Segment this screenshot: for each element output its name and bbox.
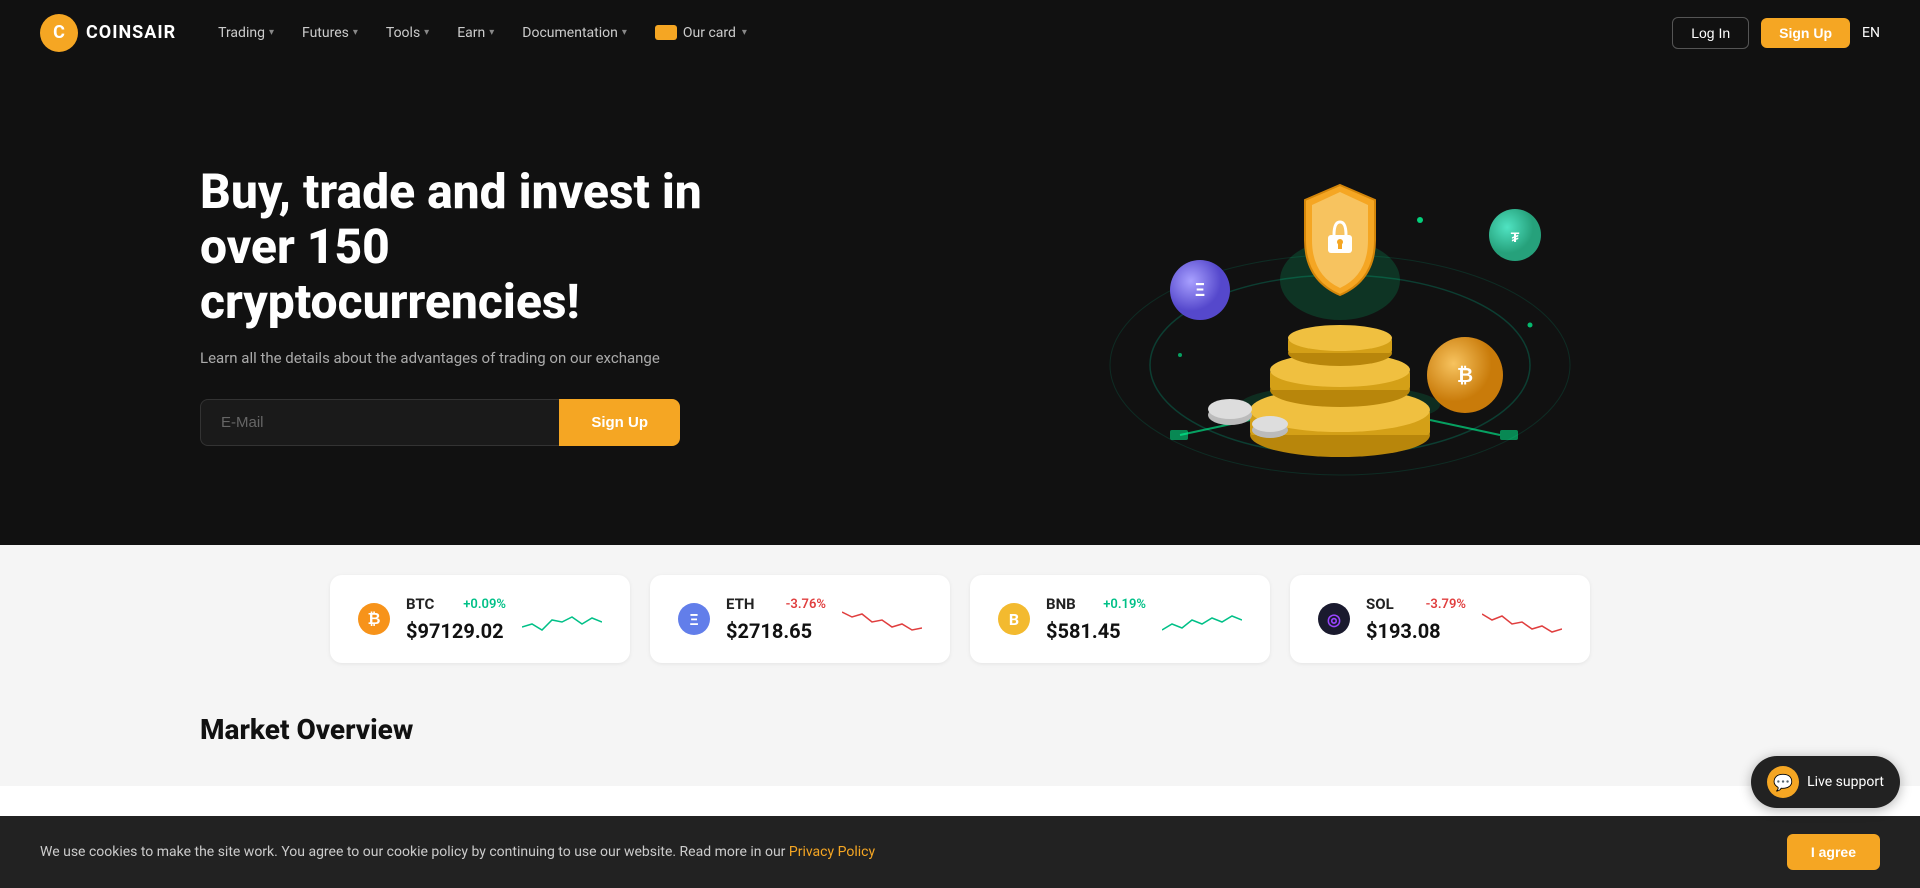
btc-price: $97129.02 <box>406 619 506 643</box>
hero-section: Buy, trade and invest in over 150 crypto… <box>0 65 1920 545</box>
hero-illustration: Ξ ₿ ₮ <box>960 125 1720 485</box>
eth-icon: Ξ <box>678 603 710 635</box>
live-support-widget[interactable]: 💬 Live support <box>1751 756 1900 808</box>
sol-sparkline <box>1482 602 1562 637</box>
signup-button-hero[interactable]: Sign Up <box>559 399 680 446</box>
navbar-right: Log In Sign Up EN <box>1672 17 1880 49</box>
agree-button[interactable]: I agree <box>1787 834 1880 870</box>
logo-text: COINSAIR <box>86 22 176 43</box>
btc-icon: ₿ <box>358 603 390 635</box>
btc-change: +0.09% <box>463 597 506 612</box>
hero-content: Buy, trade and invest in over 150 crypto… <box>200 164 960 447</box>
cookie-text: We use cookies to make the site work. Yo… <box>40 844 1767 860</box>
chevron-down-icon: ▾ <box>622 27 627 38</box>
signup-button-nav[interactable]: Sign Up <box>1761 18 1850 48</box>
chevron-down-icon: ▾ <box>269 27 274 38</box>
cookie-banner: We use cookies to make the site work. Yo… <box>0 816 1920 888</box>
bnb-sparkline <box>1162 602 1242 637</box>
eth-change: -3.76% <box>786 597 826 612</box>
language-selector[interactable]: EN <box>1862 25 1880 41</box>
support-icon: 💬 <box>1767 766 1799 798</box>
ticker-card-sol[interactable]: ◎ SOL -3.79% $193.08 <box>1290 575 1590 663</box>
chevron-down-icon: ▾ <box>353 27 358 38</box>
login-button[interactable]: Log In <box>1672 17 1749 49</box>
eth-price: $2718.65 <box>726 619 826 643</box>
sol-change: -3.79% <box>1426 597 1466 612</box>
eth-sparkline <box>842 602 922 637</box>
nav-item-trading[interactable]: Trading ▾ <box>206 17 286 49</box>
sol-icon: ◎ <box>1318 603 1350 635</box>
market-title: Market Overview <box>200 713 1720 746</box>
bnb-symbol: BNB <box>1046 595 1076 613</box>
svg-text:₿: ₿ <box>1457 363 1473 387</box>
eth-symbol: ETH <box>726 595 754 613</box>
bnb-info: BNB +0.19% $581.45 <box>1046 595 1146 643</box>
email-input[interactable] <box>200 399 559 446</box>
sol-info: SOL -3.79% $193.08 <box>1366 595 1466 643</box>
navbar-nav: Trading ▾ Futures ▾ Tools ▾ Earn ▾ Docum… <box>206 17 1672 49</box>
sol-price: $193.08 <box>1366 619 1466 643</box>
ticker-section: ₿ BTC +0.09% $97129.02 Ξ ETH -3.76% $271… <box>0 545 1920 693</box>
bnb-price: $581.45 <box>1046 619 1146 643</box>
hero-form: Sign Up <box>200 399 680 446</box>
chevron-down-icon: ▾ <box>424 27 429 38</box>
nav-item-our-card[interactable]: Our card ▾ <box>643 17 759 49</box>
market-section: Market Overview <box>0 693 1920 786</box>
chevron-down-icon: ▾ <box>742 27 747 38</box>
bnb-change: +0.19% <box>1103 597 1146 612</box>
sol-symbol: SOL <box>1366 595 1394 613</box>
btc-info: BTC +0.09% $97129.02 <box>406 595 506 643</box>
svg-text:Ξ: Ξ <box>1195 280 1205 301</box>
eth-info: ETH -3.76% $2718.65 <box>726 595 826 643</box>
chevron-down-icon: ▾ <box>489 27 494 38</box>
btc-sparkline <box>522 602 602 637</box>
hero-title: Buy, trade and invest in over 150 crypto… <box>200 164 720 330</box>
bnb-icon: B <box>998 603 1030 635</box>
hero-graphic: Ξ ₿ ₮ <box>1100 125 1580 485</box>
privacy-policy-link[interactable]: Privacy Policy <box>789 844 875 860</box>
ticker-card-bnb[interactable]: B BNB +0.19% $581.45 <box>970 575 1270 663</box>
nav-item-earn[interactable]: Earn ▾ <box>445 17 506 49</box>
card-icon <box>655 25 677 40</box>
nav-item-tools[interactable]: Tools ▾ <box>374 17 441 49</box>
svg-text:₮: ₮ <box>1511 230 1520 246</box>
logo[interactable]: C COINSAIR <box>40 14 176 52</box>
ticker-card-eth[interactable]: Ξ ETH -3.76% $2718.65 <box>650 575 950 663</box>
hero-subtitle: Learn all the details about the advantag… <box>200 349 680 367</box>
nav-item-futures[interactable]: Futures ▾ <box>290 17 370 49</box>
btc-symbol: BTC <box>406 595 434 613</box>
live-support-label: Live support <box>1807 774 1884 790</box>
ticker-card-btc[interactable]: ₿ BTC +0.09% $97129.02 <box>330 575 630 663</box>
nav-item-documentation[interactable]: Documentation ▾ <box>510 17 639 49</box>
logo-icon: C <box>40 14 78 52</box>
navbar: C COINSAIR Trading ▾ Futures ▾ Tools ▾ E… <box>0 0 1920 65</box>
